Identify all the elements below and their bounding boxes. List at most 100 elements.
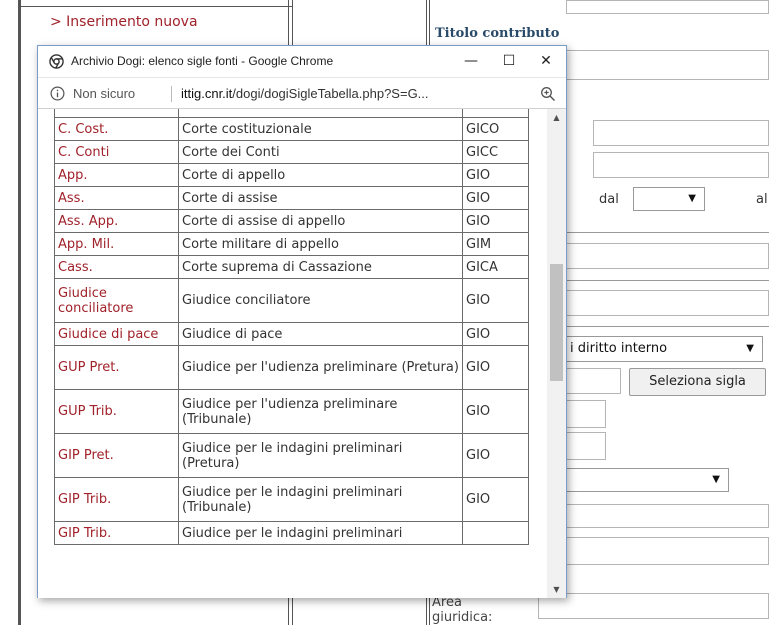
table-row[interactable]: App. Mil. Corte militare di appello GIM <box>54 232 529 256</box>
descrizione-cell: Corte di appello <box>178 163 463 187</box>
descrizione-cell: Giudice di pace <box>178 322 463 346</box>
table-row[interactable]: Giudice conciliatore Giudice conciliator… <box>54 278 529 323</box>
sigla-cell[interactable]: GIP Pret. <box>54 433 179 478</box>
chrome-icon <box>49 54 64 69</box>
small-input-2[interactable] <box>566 432 606 460</box>
sigla-cell[interactable]: Ass. App. <box>54 209 179 233</box>
sigla-cell[interactable]: GUP Pret. <box>54 345 179 390</box>
sigla-cell[interactable]: GIP Trib. <box>54 477 179 522</box>
descrizione-cell: Giudice per l'udienza preliminare (Pretu… <box>178 345 463 390</box>
field-input-3[interactable] <box>566 243 769 269</box>
scroll-down-arrow-icon[interactable]: ▼ <box>547 581 566 598</box>
sigle-table: C. Cost. Corte costituzionale GICO C. Co… <box>54 109 529 545</box>
address-bar[interactable]: Non sicuro ittig.cnr.it/dogi/dogiSigleTa… <box>38 77 566 109</box>
titolo-contributo-heading: Titolo contributo <box>435 26 560 41</box>
table-row[interactable]: GIP Trib. Giudice per le indagini prelim… <box>54 477 529 522</box>
descrizione-cell: Corte di assise di appello <box>178 209 463 233</box>
codice-cell: GIO <box>462 209 529 233</box>
sigla-cell[interactable]: Ass. <box>54 186 179 210</box>
codice-cell: GIO <box>462 278 529 323</box>
field-input-5[interactable] <box>566 504 769 528</box>
info-icon[interactable] <box>50 86 65 101</box>
chevron-down-icon: ▼ <box>746 343 754 354</box>
table-row[interactable]: C. Cost. Corte costituzionale GICO <box>54 117 529 141</box>
diritto-select[interactable]: i diritto interno ▼ <box>566 336 763 362</box>
table-row[interactable]: GUP Trib. Giudice per l'udienza prelimin… <box>54 389 529 434</box>
codice-cell: GICO <box>462 117 529 141</box>
field-input-4[interactable] <box>566 290 769 316</box>
sigla-cell[interactable]: GIP Trib. <box>54 521 179 545</box>
field-input-2[interactable] <box>593 152 769 178</box>
sigla-cell[interactable]: App. Mil. <box>54 232 179 256</box>
descrizione-cell: Corte di assise <box>178 186 463 210</box>
field-input-1[interactable] <box>593 120 769 146</box>
descrizione-cell: Giudice per l'udienza preliminare (Tribu… <box>178 389 463 434</box>
table-row[interactable]: C. Conti Corte dei Conti GICC <box>54 140 529 164</box>
codice-cell: GIO <box>462 433 529 478</box>
date-from-select[interactable]: ▼ <box>633 187 705 211</box>
table-row[interactable]: Ass. Corte di assise GIO <box>54 186 529 210</box>
table-row[interactable]: Giudice di pace Giudice di pace GIO <box>54 322 529 346</box>
url-text[interactable]: ittig.cnr.it/dogi/dogiSigleTabella.php?S… <box>181 86 429 101</box>
url-host: ittig.cnr.it <box>181 86 233 101</box>
codice-cell: GIO <box>462 163 529 187</box>
descrizione-cell: Giudice per le indagini preliminari <box>178 521 463 545</box>
table-row[interactable] <box>54 109 529 118</box>
minimize-button[interactable]: — <box>456 50 486 72</box>
descrizione-cell: Giudice conciliatore <box>178 278 463 323</box>
scrollbar-thumb[interactable] <box>550 264 563 381</box>
table-row[interactable]: GIP Pret. Giudice per le indagini prelim… <box>54 433 529 478</box>
not-secure-label[interactable]: Non sicuro <box>73 86 135 101</box>
close-button[interactable]: ✕ <box>531 50 561 72</box>
sigla-cell[interactable]: Giudice conciliatore <box>54 278 179 323</box>
descrizione-cell: Corte costituzionale <box>178 117 463 141</box>
field-input-6[interactable] <box>566 537 769 565</box>
codice-cell: GIO <box>462 186 529 210</box>
inserimento-nuova-link[interactable]: > Inserimento nuova <box>50 14 198 30</box>
descrizione-cell: Giudice per le indagini preliminari (Pre… <box>178 433 463 478</box>
descrizione-cell: Corte dei Conti <box>178 140 463 164</box>
titolo-input[interactable] <box>540 50 769 80</box>
sigla-cell[interactable]: App. <box>54 163 179 187</box>
scroll-up-arrow-icon[interactable]: ▲ <box>547 109 566 126</box>
table-row[interactable]: GUP Pret. Giudice per l'udienza prelimin… <box>54 345 529 390</box>
maximize-button[interactable]: ☐ <box>494 50 524 72</box>
area-giuridica-label: Area giuridica: <box>432 595 493 625</box>
sigla-cell[interactable]: Cass. <box>54 255 179 279</box>
popup-content: C. Cost. Corte costituzionale GICO C. Co… <box>38 109 566 598</box>
window-titlebar[interactable]: Archivio Dogi: elenco sigle fonti - Goog… <box>38 46 566 77</box>
seleziona-sigla-button[interactable]: Seleziona sigla <box>629 368 766 396</box>
codice-cell: GIM <box>462 232 529 256</box>
address-separator <box>171 86 172 102</box>
area-input[interactable] <box>538 593 769 619</box>
table-row[interactable]: App. Corte di appello GIO <box>54 163 529 187</box>
sigla-cell[interactable]: Giudice di pace <box>54 322 179 346</box>
codice-cell: GIO <box>462 345 529 390</box>
table-row[interactable]: Cass. Corte suprema di Cassazione GICA <box>54 255 529 279</box>
zoom-icon[interactable] <box>540 86 556 102</box>
codice-cell: GIO <box>462 322 529 346</box>
date-to-label: al <box>756 192 768 207</box>
popup-window: Archivio Dogi: elenco sigle fonti - Goog… <box>37 45 567 598</box>
date-from-label: dal <box>599 192 619 207</box>
divider <box>566 280 769 281</box>
top-frame-border <box>18 6 293 7</box>
descrizione-cell: Corte suprema di Cassazione <box>178 255 463 279</box>
sigla-cell[interactable]: C. Cost. <box>54 117 179 141</box>
table-row[interactable]: Ass. App. Corte di assise di appello GIO <box>54 209 529 233</box>
divider <box>566 232 769 233</box>
table-row[interactable]: GIP Trib. Giudice per le indagini prelim… <box>54 521 529 545</box>
chevron-down-icon: ▼ <box>712 474 720 485</box>
codice-cell <box>462 521 529 545</box>
sigla-cell[interactable]: C. Conti <box>54 140 179 164</box>
descrizione-cell: Giudice per le indagini preliminari (Tri… <box>178 477 463 522</box>
top-input[interactable] <box>566 0 769 14</box>
vertical-scrollbar[interactable]: ▲ ▼ <box>547 109 566 598</box>
codice-cell: GICC <box>462 140 529 164</box>
sigla-cell[interactable]: GUP Trib. <box>54 389 179 434</box>
sigla-input[interactable] <box>566 368 621 394</box>
option-select[interactable]: ▼ <box>566 468 729 492</box>
divider <box>566 326 769 327</box>
url-path: /dogi/dogiSigleTabella.php?S=G... <box>232 86 429 101</box>
small-input-1[interactable] <box>566 400 606 428</box>
